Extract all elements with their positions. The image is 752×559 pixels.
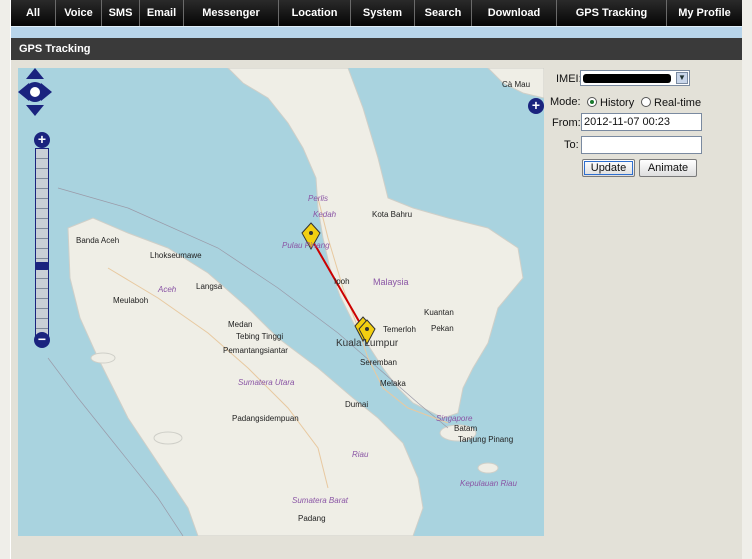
map-label-meulaboh: Meulaboh [113,296,149,305]
map-label-aceh: Aceh [158,285,177,294]
nav-search[interactable]: Search [415,0,472,26]
to-label: To: [564,139,579,151]
panel-title: GPS Tracking [11,38,742,60]
nav-all[interactable]: All [11,0,56,26]
map-label-riau: Riau [352,450,369,459]
map-label-sumatera-barat: Sumatera Barat [292,496,349,505]
map-label-tanjung-pinang: Tanjung Pinang [458,435,514,444]
map-label-pulau-pinang: Pulau Pinang [282,241,330,250]
map-label-melaka: Melaka [380,379,406,388]
map-label-pematangsiantar: Pemantangsiantar [223,346,288,355]
layer-switcher-button[interactable]: + [528,98,544,114]
zoom-out-button[interactable]: − [34,332,50,348]
nav-email[interactable]: Email [140,0,184,26]
map-label-kuantan: Kuantan [424,308,454,317]
pan-control[interactable] [18,68,52,116]
map-label-banda-aceh: Banda Aceh [76,236,120,245]
window-frame-left [0,0,10,559]
tracking-form: IMEI: ▼ Mode: History Real-time From: 20… [548,70,738,190]
mode-label: Mode: [550,96,581,108]
land-island-nias [153,431,183,445]
map-label-singapore: Singapore [436,414,473,423]
map-label-ca-mau: Cà Mau [502,80,531,89]
map-label-kota-bahru: Kota Bahru [372,210,413,219]
window-frame-right [742,0,752,559]
nav-gps-tracking[interactable]: GPS Tracking [557,0,667,26]
to-input[interactable] [581,136,702,154]
chevron-down-icon[interactable]: ▼ [676,72,688,84]
nav-sms[interactable]: SMS [102,0,140,26]
mode-history-radio[interactable] [587,97,597,107]
map-label-lhokseumawe: Lhokseumawe [150,251,202,260]
map-label-tebing-tinggi: Tebing Tinggi [236,332,284,341]
nav-my-profile[interactable]: My Profile [667,0,742,26]
nav-system[interactable]: System [351,0,415,26]
from-label: From: [552,117,581,129]
map-label-medan: Medan [228,320,253,329]
zoom-slider-handle[interactable] [35,262,49,270]
from-input[interactable]: 2012-11-07 00:23 [581,113,702,131]
zoom-in-button[interactable]: + [34,132,50,148]
map-label-dumai: Dumai [345,400,369,409]
nav-messenger[interactable]: Messenger [184,0,279,26]
land-island-lingga [477,462,499,474]
nav-voice[interactable]: Voice [56,0,102,26]
map-label-kuala-lumpur: Kuala Lumpur [336,338,399,349]
map-label-malaysia: Malaysia [373,277,409,287]
mode-realtime-radio[interactable] [641,97,651,107]
land-island-simeulue [90,352,116,364]
map-label-pekan: Pekan [431,324,454,333]
map-label-padang: Padang [298,514,326,523]
zoom-slider-track[interactable] [35,148,49,340]
map-label-kepulauan-riau: Kepulauan Riau [460,479,517,488]
nav-location[interactable]: Location [279,0,351,26]
mode-history-label: History [600,97,635,109]
nav-download[interactable]: Download [472,0,557,26]
imei-select[interactable]: ▼ [580,70,690,86]
map-label-batam: Batam [454,424,478,433]
map-label-kedah: Kedah [313,210,337,219]
map-label-seremban: Seremban [360,358,397,367]
map-tiles [47,68,544,536]
mode-realtime-label: Real-time [654,97,702,109]
animate-button[interactable]: Animate [639,159,697,177]
update-button[interactable]: Update [582,159,635,177]
map-label-langsa: Langsa [196,282,223,291]
imei-label: IMEI: [556,73,582,85]
map-label-padangsidempuan: Padangsidempuan [232,414,299,423]
map-view[interactable]: Cà Mau Perlis Kedah Kota Bahru Banda Ace… [18,68,544,536]
map-label-sumatera-utara: Sumatera Utara [238,378,295,387]
map-label-temerloh: Temerloh [383,325,416,334]
top-nav: All Voice SMS Email Messenger Location S… [11,0,742,26]
map-label-perlis: Perlis [308,194,329,203]
map-label-ipoh: Ipoh [334,277,350,286]
imei-redacted-value [583,74,671,83]
